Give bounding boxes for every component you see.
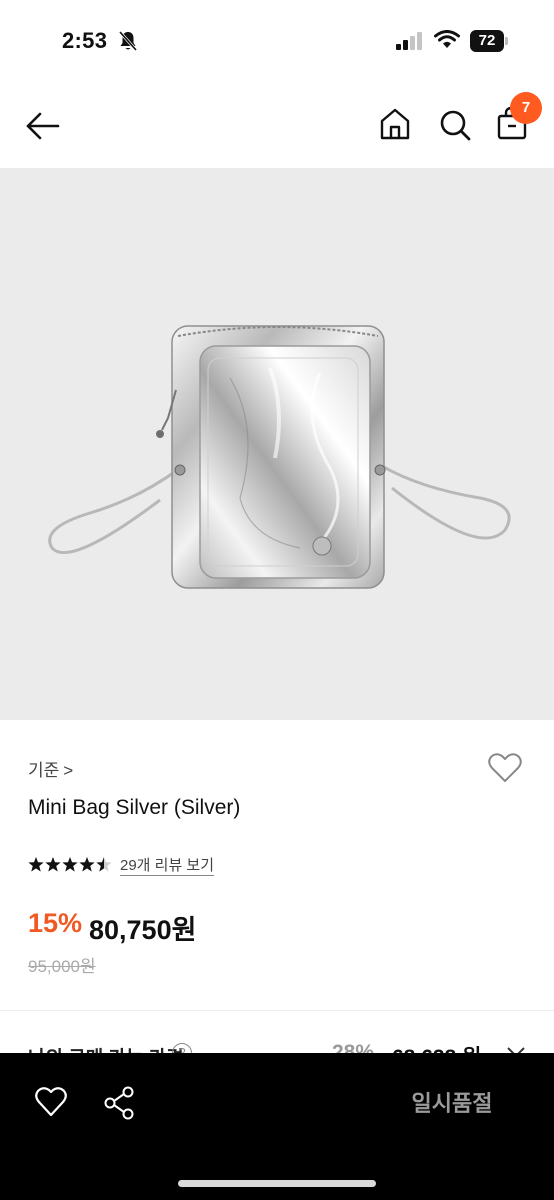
search-icon[interactable]	[438, 107, 472, 143]
product-image[interactable]	[0, 168, 554, 720]
product-title: Mini Bag Silver (Silver)	[28, 796, 241, 819]
chevron-down-icon[interactable]	[506, 1045, 526, 1053]
heart-outline-icon[interactable]	[486, 750, 524, 786]
star-filled-icon	[79, 857, 95, 872]
status-bar: 2:53 72	[0, 0, 554, 80]
wifi-icon	[434, 30, 460, 48]
signal-icon	[396, 32, 422, 50]
my-price-label: 나의 구매 가능 가격	[28, 1043, 184, 1053]
brand-link[interactable]: 기준 >	[28, 756, 73, 781]
bag-illustration	[48, 325, 511, 589]
home-icon[interactable]	[378, 106, 412, 142]
rating-stars	[28, 857, 112, 872]
heart-outline-icon[interactable]	[34, 1085, 68, 1119]
my-price-discount: 28%	[332, 1041, 375, 1053]
bell-slash-icon	[118, 31, 138, 51]
battery-level: 72	[478, 32, 496, 49]
cart-count-badge: 7	[510, 92, 542, 124]
back-arrow-icon[interactable]	[24, 108, 62, 144]
sale-price: 80,750원	[89, 915, 197, 945]
star-filled-icon	[62, 857, 78, 872]
original-price: 95,000원	[28, 957, 96, 976]
status-time: 2:53	[62, 28, 108, 53]
help-icon[interactable]: ?	[172, 1043, 192, 1053]
star-filled-icon	[45, 857, 61, 872]
brand-name: 기준	[28, 761, 60, 780]
my-price-row[interactable]: 나의 구매 가능 가격 ? 28% 68,638 원	[0, 1011, 554, 1053]
review-link[interactable]: 29개 리뷰 보기	[120, 854, 215, 876]
home-indicator	[178, 1180, 376, 1187]
bottom-action-bar	[0, 1053, 554, 1200]
star-filled-icon	[28, 857, 44, 872]
chevron-right-icon: >	[63, 761, 74, 780]
my-price-value: 68,638 원	[392, 1041, 481, 1053]
discount-rate: 15%	[28, 908, 83, 938]
share-icon[interactable]	[102, 1085, 136, 1121]
battery-icon: 72	[470, 30, 508, 52]
sold-out-button[interactable]: 일시품절	[352, 1086, 552, 1118]
